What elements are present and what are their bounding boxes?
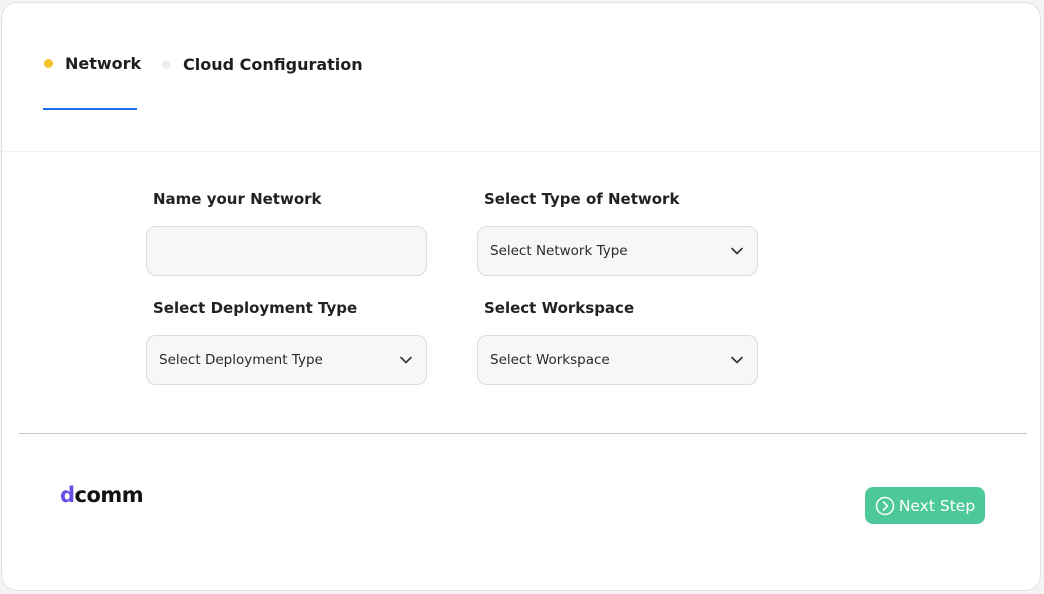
footer-divider xyxy=(19,433,1027,434)
workspace-select[interactable]: Select Workspace xyxy=(477,335,758,385)
chevron-down-icon xyxy=(729,243,745,259)
deployment-type-selected-value: Select Deployment Type xyxy=(159,352,323,368)
next-step-button[interactable]: Next Step xyxy=(865,487,985,524)
network-setup-card: Network Cloud Configuration Name your Ne… xyxy=(1,2,1041,591)
tab-cloud-configuration-label: Cloud Configuration xyxy=(183,54,363,74)
step-tabs: Network Cloud Configuration xyxy=(2,3,1040,152)
network-type-label: Select Type of Network xyxy=(484,190,680,208)
chevron-down-icon xyxy=(729,352,745,368)
network-type-selected-value: Select Network Type xyxy=(490,243,628,259)
active-tab-indicator xyxy=(43,108,137,110)
tab-network[interactable]: Network xyxy=(44,49,141,77)
deployment-type-label: Select Deployment Type xyxy=(153,299,358,317)
network-name-input[interactable] xyxy=(146,226,427,276)
network-type-select[interactable]: Select Network Type xyxy=(477,226,758,276)
inactive-step-dot-icon xyxy=(162,59,171,69)
dcomm-logo: dcomm xyxy=(60,483,144,507)
logo-text: dcomm xyxy=(60,483,144,507)
tab-network-label: Network xyxy=(65,53,142,73)
workspace-selected-value: Select Workspace xyxy=(490,352,610,368)
chevron-right-circle-icon xyxy=(875,496,895,516)
network-name-label: Name your Network xyxy=(153,190,322,208)
workspace-label: Select Workspace xyxy=(484,299,635,317)
chevron-down-icon xyxy=(398,352,414,368)
deployment-type-select[interactable]: Select Deployment Type xyxy=(146,335,427,385)
tab-cloud-configuration[interactable]: Cloud Configuration xyxy=(162,50,363,78)
active-step-dot-icon xyxy=(44,58,53,68)
next-step-label: Next Step xyxy=(898,496,976,515)
